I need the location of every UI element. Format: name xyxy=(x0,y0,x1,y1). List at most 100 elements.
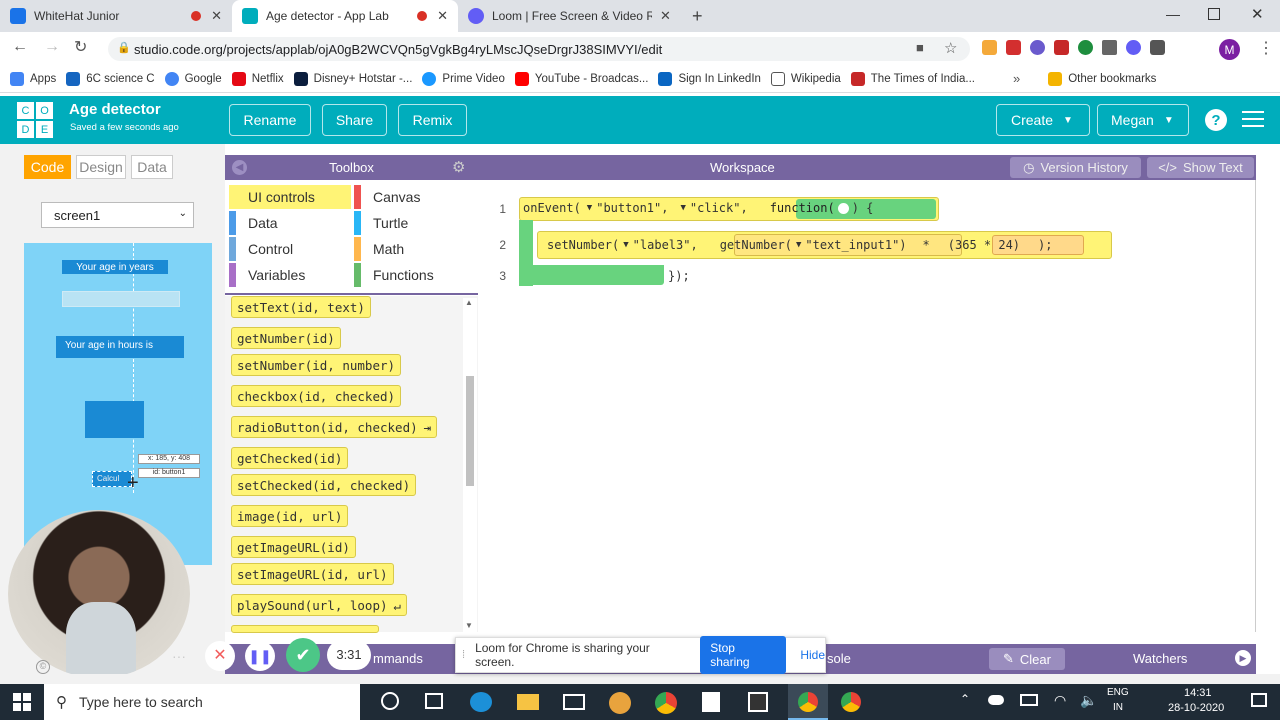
bookmark-apps[interactable]: Apps xyxy=(10,71,56,86)
block-settext[interactable]: setText(id, text) xyxy=(231,296,371,318)
camera-icon[interactable]: ■ xyxy=(916,40,924,55)
collapse-toolbox-icon[interactable]: ◀ xyxy=(232,160,247,175)
create-dropdown[interactable]: Create ▼ xyxy=(996,104,1090,136)
extension-icon[interactable] xyxy=(982,40,997,55)
extension-icon[interactable] xyxy=(1054,40,1069,55)
clock-time[interactable]: 14:31 xyxy=(1184,687,1212,699)
block-partial[interactable] xyxy=(231,625,379,633)
share-button[interactable]: Share xyxy=(322,104,387,136)
back-icon[interactable]: ← xyxy=(12,38,28,56)
taskbar-search[interactable]: ⚲ Type here to search xyxy=(44,684,360,720)
language-eng[interactable]: ENG xyxy=(1107,687,1129,698)
mail-icon[interactable] xyxy=(563,694,585,710)
loom-pause-icon[interactable]: ❚❚ xyxy=(245,641,275,671)
text-input-preview[interactable] xyxy=(62,291,180,307)
extension-icon[interactable] xyxy=(1126,40,1141,55)
loom-done-icon[interactable]: ✔ xyxy=(286,638,320,672)
bookmark-other[interactable]: Other bookmarks xyxy=(1048,71,1156,86)
edge-icon[interactable] xyxy=(470,692,492,712)
category-variables[interactable]: Variables xyxy=(229,263,351,287)
watchers-label[interactable]: Watchers xyxy=(1133,651,1187,666)
bookmark-6c[interactable]: 6C science C xyxy=(66,71,155,86)
rename-button[interactable]: Rename xyxy=(229,104,311,136)
cortana-icon[interactable] xyxy=(381,692,399,710)
block-playsound[interactable]: playSound(url, loop) ↵ xyxy=(231,594,408,616)
bookmark-prime[interactable]: Prime Video xyxy=(422,71,505,86)
forward-icon[interactable]: → xyxy=(44,38,60,56)
label3-preview[interactable] xyxy=(85,401,144,438)
dropdown-arrow-icon[interactable]: ▼ xyxy=(680,203,685,213)
label-age-hours[interactable]: Your age in hours is xyxy=(56,336,184,358)
file-explorer-icon[interactable] xyxy=(517,694,539,710)
tab-loom[interactable]: Loom | Free Screen & Video Rec ✕ xyxy=(458,0,684,32)
extension-icon[interactable] xyxy=(1078,40,1093,55)
block-getimageurl[interactable]: getImageURL(id) xyxy=(231,536,356,558)
task-view-icon[interactable] xyxy=(425,693,443,709)
chrome-icon[interactable] xyxy=(841,692,861,712)
calculator-icon[interactable] xyxy=(748,692,768,712)
block-checkbox[interactable]: checkbox(id, checked) xyxy=(231,385,402,407)
block-getchecked[interactable]: getChecked(id) xyxy=(231,447,349,469)
webcam-bubble[interactable] xyxy=(8,510,190,678)
onedrive-icon[interactable] xyxy=(988,695,1004,705)
toolbox-scrollbar[interactable]: ▲ ▼ xyxy=(463,298,477,632)
block-setchecked[interactable]: setChecked(id, checked) xyxy=(231,474,417,496)
new-tab-button[interactable]: + xyxy=(692,6,703,27)
block-getnumber[interactable]: getNumber(id) xyxy=(231,327,341,349)
bookmarks-overflow-icon[interactable]: » xyxy=(1013,71,1020,86)
hamburger-menu-icon[interactable] xyxy=(1242,111,1264,127)
show-text-button[interactable]: </> Show Text xyxy=(1147,157,1254,178)
extension-icon[interactable] xyxy=(1102,40,1117,55)
clear-button[interactable]: ✎ Clear xyxy=(989,648,1065,670)
dropdown-arrow-icon[interactable]: ▼ xyxy=(587,203,592,213)
close-tab-icon[interactable]: ✕ xyxy=(437,8,448,24)
extension-icon[interactable] xyxy=(1030,40,1045,55)
bookmark-netflix[interactable]: Netflix xyxy=(231,71,284,86)
scroll-thumb[interactable] xyxy=(466,376,474,486)
block-radiobutton[interactable]: radioButton(id, checked) ⇥ xyxy=(231,416,438,438)
screen-select[interactable]: screen1 ⌄ xyxy=(41,202,194,228)
calculate-button-preview[interactable]: Calcul xyxy=(92,471,132,487)
profile-avatar[interactable]: M xyxy=(1219,39,1240,60)
volume-icon[interactable]: 🔈 xyxy=(1080,692,1097,709)
help-icon[interactable]: ? xyxy=(1205,109,1227,131)
reload-icon[interactable]: ↻ xyxy=(74,37,87,57)
category-data[interactable]: Data xyxy=(229,211,351,235)
close-window-icon[interactable]: ✕ xyxy=(1251,5,1264,23)
puzzle-icon[interactable] xyxy=(1150,40,1165,55)
clock-date[interactable]: 28-10-2020 xyxy=(1168,702,1224,714)
more-options-icon[interactable]: ··· xyxy=(172,648,186,664)
user-dropdown[interactable]: Megan ▼ xyxy=(1097,104,1189,136)
category-math[interactable]: Math xyxy=(354,237,474,261)
bookmark-star-icon[interactable]: ☆ xyxy=(944,39,957,57)
category-ui-controls[interactable]: UI controls xyxy=(229,185,351,209)
bookmark-linkedin[interactable]: Sign In LinkedIn xyxy=(658,71,761,86)
block-setnumber[interactable]: setNumber(id, number) xyxy=(231,354,402,376)
remix-button[interactable]: Remix xyxy=(398,104,467,136)
gear-icon[interactable]: ⚙ xyxy=(452,158,465,176)
language-in[interactable]: IN xyxy=(1113,702,1123,713)
tab-code[interactable]: Code xyxy=(24,155,71,179)
bookmark-hotstar[interactable]: Disney+ Hotstar -... xyxy=(293,71,412,86)
tab-data[interactable]: Data xyxy=(131,155,173,179)
loom-cancel-icon[interactable]: ✕ xyxy=(205,641,235,671)
scroll-up-icon[interactable]: ▲ xyxy=(465,298,473,307)
tab-design[interactable]: Design xyxy=(76,155,126,179)
windows-start-icon[interactable] xyxy=(13,693,31,711)
wifi-icon[interactable]: ◠ xyxy=(1054,692,1066,709)
close-tab-icon[interactable]: ✕ xyxy=(660,8,671,24)
bookmark-youtube[interactable]: YouTube - Broadcas... xyxy=(514,71,648,86)
stop-sharing-button[interactable]: Stop sharing xyxy=(700,636,787,674)
bookmark-wikipedia[interactable]: Wikipedia xyxy=(770,71,841,86)
code-org-logo[interactable]: C O D E xyxy=(16,101,54,139)
tab-whitehat[interactable]: WhiteHat Junior ✕ xyxy=(0,0,232,32)
maximize-icon[interactable] xyxy=(1208,8,1220,20)
expand-watchers-icon[interactable]: ▶ xyxy=(1235,650,1251,666)
bookmark-google[interactable]: Google xyxy=(164,71,222,86)
document-icon[interactable] xyxy=(702,692,720,712)
label-age-years[interactable]: Your age in years xyxy=(62,260,168,274)
close-tab-icon[interactable]: ✕ xyxy=(211,8,222,24)
dropdown-arrow-icon[interactable]: ▼ xyxy=(796,240,801,250)
block-setimageurl[interactable]: setImageURL(id, url) xyxy=(231,563,394,585)
app-icon[interactable] xyxy=(609,692,631,714)
